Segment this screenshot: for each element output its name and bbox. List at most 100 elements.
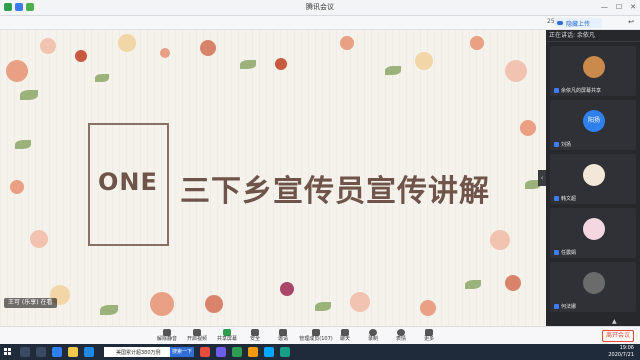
participant-tile[interactable]: 何法娜 <box>550 262 636 312</box>
collapse-panel-icon[interactable]: ↩ <box>628 18 634 26</box>
viewer-tag: 王可 (乐享) 在看 <box>4 298 57 308</box>
invite-button[interactable]: 邀请 <box>266 329 300 344</box>
flower-decoration <box>470 36 484 50</box>
participant-tile[interactable]: 阳扬 刘扬 <box>550 100 636 150</box>
app-icon[interactable] <box>200 347 210 357</box>
upload-label: 隐藏上传 <box>566 20 591 28</box>
flower-decoration <box>340 36 354 50</box>
avatar <box>583 218 605 240</box>
flower-decoration <box>490 230 510 250</box>
participant-tile[interactable]: 任震娟 <box>550 208 636 258</box>
clock-date: 2020/7/21 <box>608 352 634 358</box>
slide-title: 三下乡宣传员宣传讲解 <box>180 174 490 209</box>
invite-icon <box>279 329 287 336</box>
cloud-icon <box>557 21 563 25</box>
flower-decoration <box>200 40 216 56</box>
mic-icon <box>554 196 559 201</box>
task-view-icon[interactable] <box>36 347 46 357</box>
flower-decoration <box>420 300 436 316</box>
flower-decoration <box>350 292 370 312</box>
window-controls: — ☐ ✕ <box>601 3 636 11</box>
flower-decoration <box>6 60 28 82</box>
flower-decoration <box>30 230 48 248</box>
maximize-icon[interactable]: ☐ <box>616 3 622 11</box>
flower-decoration <box>505 275 521 291</box>
chat-icon <box>341 329 349 336</box>
leaf-decoration <box>15 140 31 149</box>
close-icon[interactable]: ✕ <box>630 3 636 11</box>
avatar: 阳扬 <box>583 110 605 132</box>
more-icon <box>425 329 433 336</box>
avatar <box>583 164 605 186</box>
flower-decoration <box>205 295 223 313</box>
minimize-icon[interactable]: — <box>601 3 608 11</box>
leaf-decoration <box>95 74 109 82</box>
flower-decoration <box>160 48 170 58</box>
flower-decoration <box>520 120 536 136</box>
search-icon[interactable] <box>20 347 30 357</box>
leaf-decoration <box>465 280 481 289</box>
meeting-subbar: 25:08 隐藏上传 ↩ <box>0 16 640 30</box>
share-screen-icon <box>223 329 231 336</box>
app-icon[interactable] <box>216 347 226 357</box>
participant-name: 何法娜 <box>561 304 577 310</box>
start-video-button[interactable]: 开启视频 <box>180 329 214 344</box>
record-icon <box>369 329 377 336</box>
flower-decoration <box>505 60 527 82</box>
leaf-decoration <box>315 302 331 311</box>
avatar <box>583 272 605 294</box>
app-icon[interactable] <box>264 347 274 357</box>
members-icon <box>312 329 320 336</box>
slide-section-label: ONE <box>98 168 158 196</box>
participant-name: 任震娟 <box>561 250 577 256</box>
shield-icon <box>251 329 259 336</box>
search-button[interactable]: 搜索一下 <box>170 347 194 357</box>
windows-start-icon[interactable] <box>4 348 12 356</box>
panel-toggle-arrow[interactable]: ‹ <box>538 170 546 186</box>
flower-decoration <box>150 292 174 316</box>
leaf-decoration <box>240 60 256 69</box>
more-button[interactable]: 更多 <box>412 329 446 344</box>
ie-icon[interactable] <box>84 347 94 357</box>
leaf-decoration <box>385 66 401 75</box>
mic-icon <box>554 250 559 255</box>
window-title: 腾讯会议 <box>306 3 334 11</box>
unmute-button[interactable]: 解除静音 <box>150 329 184 344</box>
taskbar-search-box[interactable]: 美国累计超380万例 搜索一下 <box>104 347 194 357</box>
screen-share-icon <box>554 88 559 93</box>
flower-decoration <box>275 58 287 70</box>
flower-decoration <box>40 38 56 54</box>
collapse-list-icon[interactable]: ▲ <box>612 318 617 325</box>
mic-icon <box>554 142 559 147</box>
flower-decoration <box>280 282 294 296</box>
participant-tile[interactable]: 余依凡的屏幕共享 <box>550 46 636 96</box>
leaf-decoration <box>20 90 38 100</box>
upload-button[interactable]: 隐藏上传 <box>554 18 602 28</box>
mic-icon <box>554 304 559 309</box>
shared-screen: ONE 三下乡宣传员宣传讲解 王可 (乐享) 在看 <box>0 30 546 326</box>
leave-meeting-button[interactable]: 离开会议 <box>602 330 634 342</box>
edge-icon[interactable] <box>52 347 62 357</box>
app-icon[interactable] <box>232 347 242 357</box>
mic-icon <box>163 329 171 336</box>
flower-decoration <box>10 180 24 194</box>
meeting-window: 腾讯会议 — ☐ ✕ 25:08 隐藏上传 ↩ <box>0 0 640 360</box>
clock-time: 19:06 <box>619 345 634 351</box>
app-icon[interactable] <box>248 347 258 357</box>
title-bar: 腾讯会议 — ☐ ✕ <box>0 0 640 16</box>
participant-name: 刘扬 <box>561 142 572 148</box>
system-clock[interactable]: 19:06 2020/7/21 <box>608 345 634 359</box>
meeting-toolbar: 解除静音 开启视频 共享屏幕 安全 邀请 管理成员(107) 聊天 录制 表情 … <box>0 326 640 344</box>
participant-name: 韩文超 <box>561 196 577 202</box>
folder-icon[interactable] <box>68 347 78 357</box>
flower-decoration <box>118 34 136 52</box>
video-icon <box>193 329 201 336</box>
speaking-indicator: 正在讲话: 余依凡 <box>546 30 640 42</box>
app-icon[interactable] <box>280 347 290 357</box>
participant-name: 余依凡的屏幕共享 <box>561 88 602 94</box>
participant-panel: 正在讲话: 余依凡 余依凡的屏幕共享 阳扬 刘扬 韩文超 任震娟 何法娜 <box>546 30 640 326</box>
participant-tile[interactable]: 韩文超 <box>550 154 636 204</box>
emoji-icon <box>397 329 405 336</box>
search-query: 美国累计超380万例 <box>116 349 161 356</box>
flower-decoration <box>415 52 433 70</box>
